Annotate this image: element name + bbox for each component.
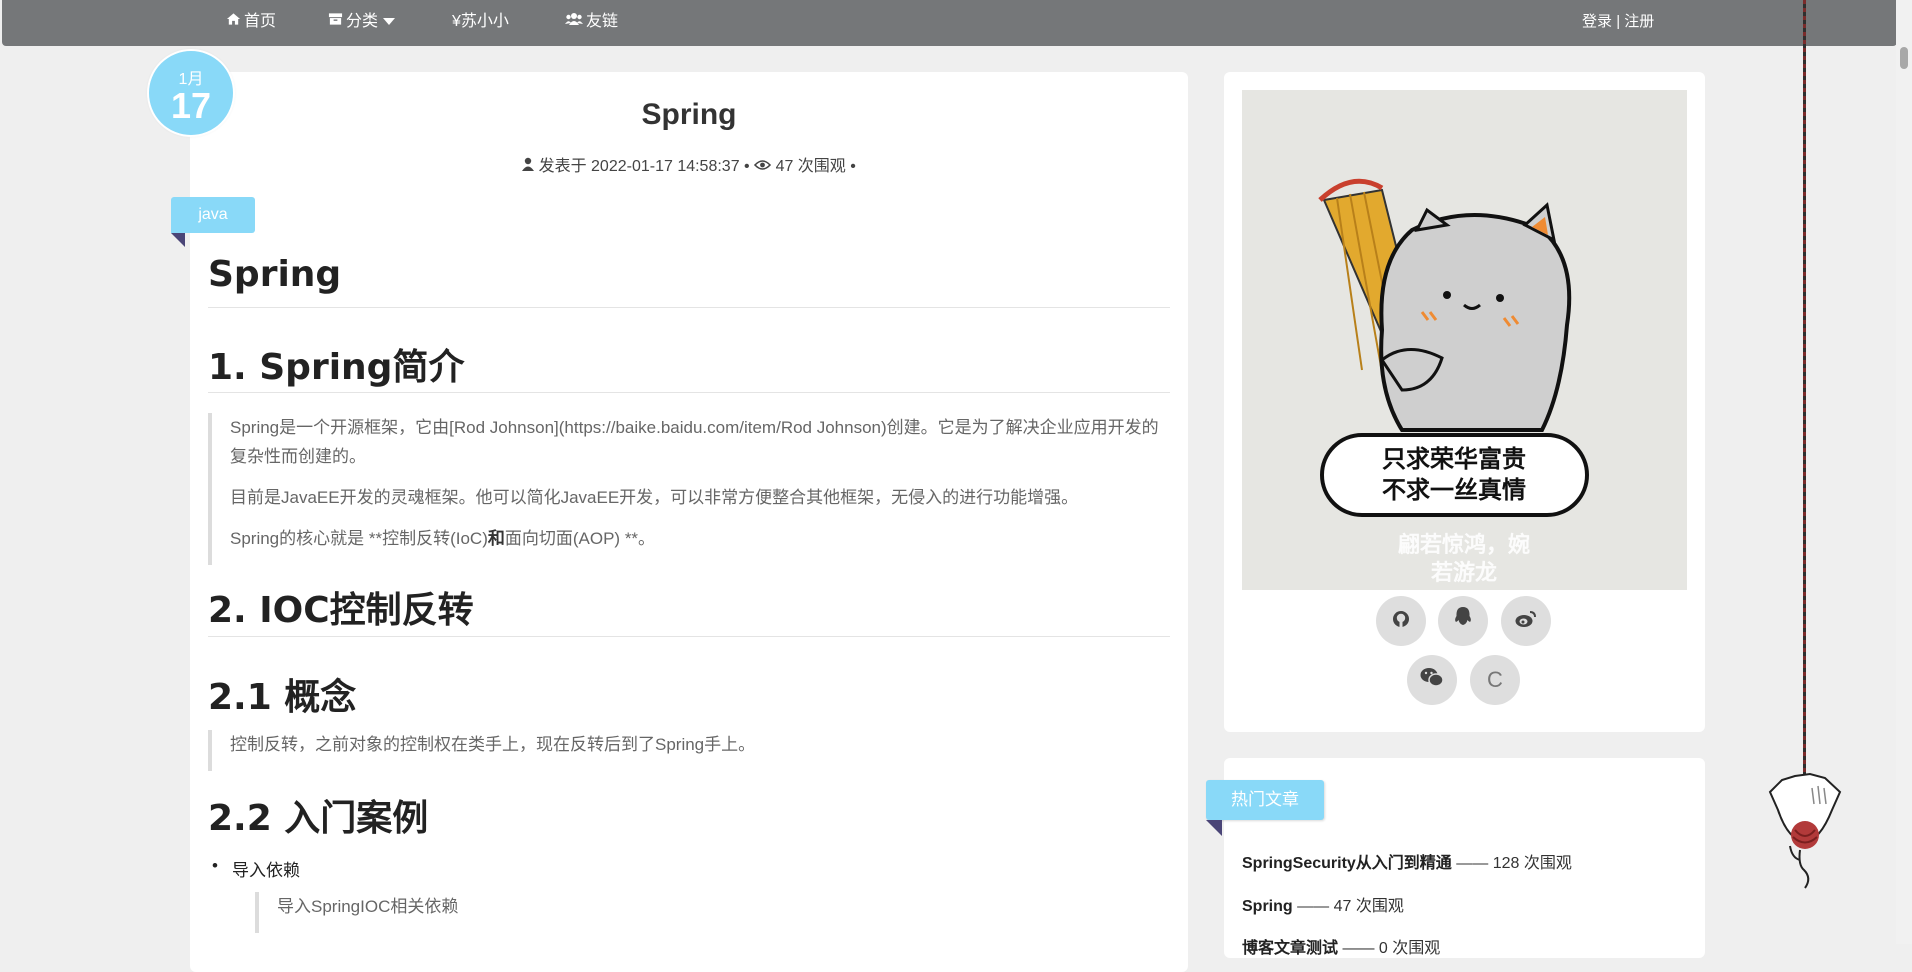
badge-line-1: 只求荣华富贵 [1382,445,1526,473]
tag-ribbon-fold [171,233,185,247]
login-link[interactable]: 登录 [1582,13,1612,30]
cat-illustration [1379,202,1572,432]
intro-paragraph-3: Spring的核心就是 **控制反转(IoC)和面向切面(AOP) **。 [230,524,1162,553]
tag-java[interactable]: java [171,197,255,233]
hot-post-item[interactable]: SpringSecurity从入门到精通 —— 128 次围观 [1242,849,1572,873]
eye-icon [754,158,775,175]
wechat-button[interactable] [1407,655,1457,705]
post-title: Spring [641,98,737,131]
sub-quote: 导入SpringIOC相关依赖 [255,892,1157,933]
hot-post-views: —— 47 次围观 [1297,898,1404,915]
intro-p3-bold: 和 [487,529,505,548]
hanging-cat-widget[interactable] [1760,770,1850,900]
post-views: 47 次围观 • [775,158,856,175]
intro-p3-end: 面向切面(AOP) **。 [504,529,656,548]
hanging-rope [1803,0,1806,780]
vertical-scrollbar[interactable] [1896,0,1912,944]
qq-button[interactable] [1438,596,1488,646]
csdn-button[interactable]: C [1470,655,1520,705]
intro-paragraph-2: 目前是JavaEE开发的灵魂框架。他可以简化JavaEE开发，可以非常方便整合其… [230,488,1079,507]
heading-concept: 2.1 概念 [208,677,357,718]
heading-divider [208,307,1170,308]
qq-icon [1453,607,1473,633]
intro-p3-start: Spring的核心就是 **控制反转(IoC) [230,529,488,548]
archive-icon [328,0,343,44]
caret-down-icon [382,13,396,30]
intro-quote: Spring是一个开源框架，它由[Rod Johnson](https://ba… [208,413,1162,565]
nav-author-label: ¥苏小小 [452,13,509,30]
github-icon [1392,608,1410,633]
post-published: 发表于 2022-01-17 14:58:37 • [538,158,750,175]
hot-post-views: —— 0 次围观 [1342,940,1441,957]
hot-post-views: —— 128 次围观 [1456,855,1572,872]
hot-post-title: 博客文章测试 [1242,940,1339,957]
hot-post-item[interactable]: 博客文章测试 —— 0 次围观 [1242,934,1440,958]
weibo-icon [1515,608,1537,633]
post-meta: 发表于 2022-01-17 14:58:37 • 47 次围观 • [190,152,1188,176]
wechat-icon [1420,667,1444,692]
home-icon [226,0,241,44]
github-button[interactable] [1376,596,1426,646]
hot-ribbon-fold [1206,820,1222,836]
hot-post-title: Spring [1242,898,1293,915]
heading-divider [208,636,1170,637]
watermark-line-1: 翩若惊鸿，婉 [1398,532,1530,558]
intro-paragraph-1: Spring是一个开源框架，它由[Rod Johnson](https://ba… [230,418,1159,466]
nav-category-label: 分类 [346,13,379,30]
heading-example: 2.2 入门案例 [208,798,429,839]
nav-category[interactable]: 分类 [328,0,396,44]
heading-divider [208,392,1170,393]
nav-author[interactable]: ¥苏小小 [452,0,509,44]
user-icon [522,157,538,175]
weibo-button[interactable] [1501,596,1551,646]
nav-home-label: 首页 [244,13,277,30]
top-navbar: 首页 分类 ¥苏小小 友链 登录 | 注册 [2,0,1897,46]
badge-line-2: 不求一丝真情 [1382,476,1526,504]
profile-image: 只求荣华富贵 不求一丝真情 翩若惊鸿，婉 若游龙 [1242,90,1687,590]
hot-posts-title: 热门文章 [1206,780,1324,820]
list-item-import-deps: 导入依赖 [212,856,300,881]
auth-separator: | [1616,13,1621,30]
csdn-icon: C [1487,667,1503,692]
auth-links: 登录 | 注册 [1582,0,1654,44]
nav-home[interactable]: 首页 [226,0,276,44]
nav-links-label: 友链 [586,13,619,30]
quote-badge: 只求荣华富贵 不求一丝真情 [1320,433,1589,517]
hot-post-title: SpringSecurity从入门到精通 [1242,855,1452,872]
heading-ioc: 2. IOC控制反转 [208,590,474,631]
watermark-line-2: 若游龙 [1431,560,1497,586]
concept-paragraph: 控制反转，之前对象的控制权在类手上，现在反转后到了Spring手上。 [230,735,756,754]
users-icon [565,0,583,44]
heading-spring: Spring [208,254,342,295]
sub-quote-text: 导入SpringIOC相关依赖 [277,897,459,916]
nav-links[interactable]: 友链 [565,0,618,44]
hot-post-item[interactable]: Spring —— 47 次围观 [1242,892,1404,916]
concept-quote: 控制反转，之前对象的控制权在类手上，现在反转后到了Spring手上。 [208,730,1162,771]
register-link[interactable]: 注册 [1624,13,1654,30]
scrollbar-thumb[interactable] [1900,47,1908,69]
heading-spring-intro: 1. Spring简介 [208,347,465,388]
